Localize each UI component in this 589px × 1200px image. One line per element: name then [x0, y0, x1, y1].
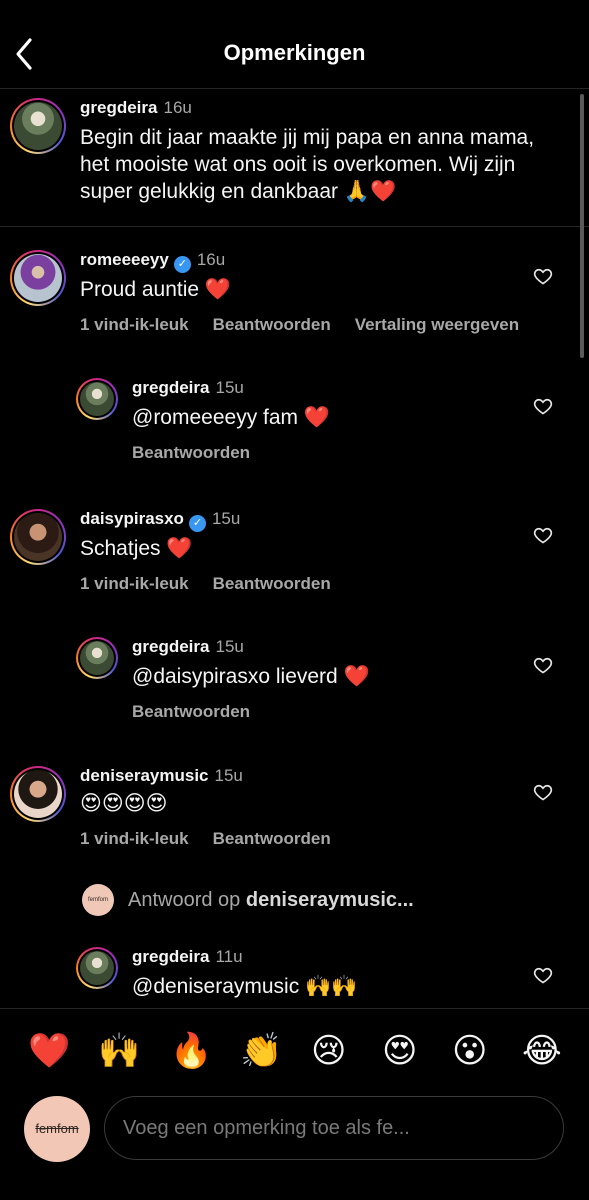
- reply-button[interactable]: Beantwoorden: [213, 315, 331, 334]
- raising-hands-emoji-icon[interactable]: 🙌: [98, 1031, 140, 1071]
- username[interactable]: deniseraymusic: [80, 766, 209, 785]
- avatar[interactable]: [10, 509, 66, 565]
- comment: daisypirasxo ✓ 15u Schatjes ❤️ 1 vind-ik-l…: [0, 505, 589, 615]
- avatar[interactable]: [76, 637, 118, 679]
- replying-to-indicator: femfom Antwoord op deniseraymusic...: [80, 880, 560, 920]
- timestamp: 11u: [215, 947, 243, 966]
- avatar: femfom: [24, 1096, 90, 1162]
- timestamp: 15u: [215, 637, 244, 656]
- translate-button[interactable]: Vertaling weergeven: [355, 315, 519, 334]
- caption-text: Begin dit jaar maakte jij mij papa en an…: [80, 126, 535, 203]
- comment-text: Schatjes ❤️: [80, 537, 193, 560]
- heart-eyes-emoji-icon[interactable]: 😍: [382, 1031, 417, 1071]
- username[interactable]: daisypirasxo: [80, 509, 184, 528]
- likes-count[interactable]: 1 vind-ik-leuk: [80, 829, 189, 848]
- comment-actions: 1 vind-ik-leuk Beantwoorden Vertaling weer…: [80, 315, 543, 335]
- username[interactable]: gregdeira: [132, 947, 209, 966]
- heart-icon[interactable]: [533, 655, 553, 675]
- heart-icon[interactable]: [533, 525, 553, 545]
- tears-of-joy-emoji-icon[interactable]: 😂: [522, 1031, 562, 1071]
- emoji-quick-bar: ❤️ 🙌 🔥 👏 😢 😍 😮 😂: [0, 1008, 589, 1095]
- comment-text: Proud auntie ❤️: [80, 278, 232, 301]
- clapping-hands-emoji-icon[interactable]: 👏: [240, 1031, 282, 1071]
- reply-comment: gregdeira 11u @deniseraymusic 🙌🙌: [0, 945, 589, 1007]
- timestamp: 15u: [215, 378, 244, 397]
- comment-input[interactable]: [104, 1096, 564, 1160]
- reply-button[interactable]: Beantwoorden: [132, 443, 250, 462]
- comment-text: @deniseraymusic 🙌🙌: [132, 975, 358, 998]
- timestamp: 16u: [196, 250, 226, 269]
- heart-icon[interactable]: [533, 396, 553, 416]
- reply-button[interactable]: Beantwoorden: [213, 829, 331, 848]
- comment-text: @daisypirasxo lieverd ❤️: [132, 665, 370, 688]
- likes-count[interactable]: 1 vind-ik-leuk: [80, 315, 189, 334]
- reply-comment: gregdeira 15u @romeeeeyy fam ❤️ Beantwoor…: [0, 376, 589, 476]
- comment-actions: Beantwoorden: [132, 443, 274, 463]
- replying-target[interactable]: deniseraymusic...: [246, 889, 414, 911]
- red-heart-emoji-icon[interactable]: ❤️: [28, 1031, 70, 1071]
- avatar[interactable]: [10, 250, 66, 306]
- comment: deniseraymusic 15u 😍😍😍😍 1 vind-ik-leuk Bea…: [0, 762, 589, 872]
- heart-icon[interactable]: [533, 266, 553, 286]
- comment-text: 😍😍😍😍: [80, 791, 168, 815]
- username[interactable]: romeeeeyy: [80, 250, 169, 269]
- comment: romeeeeyy ✓ 16u Proud auntie ❤️ 1 vind-ik-…: [0, 246, 589, 356]
- username[interactable]: gregdeira: [132, 378, 209, 397]
- reply-comment: gregdeira 15u @daisypirasxo lieverd ❤️ Be…: [0, 635, 589, 735]
- verified-badge-icon: ✓: [188, 515, 206, 532]
- heart-icon[interactable]: [533, 782, 553, 802]
- timestamp: 16u: [163, 98, 192, 117]
- replying-prefix: Antwoord op: [128, 889, 241, 911]
- scrollbar[interactable]: [580, 94, 584, 358]
- reply-button[interactable]: Beantwoorden: [132, 702, 250, 721]
- avatar[interactable]: [10, 766, 66, 822]
- comment-actions: 1 vind-ik-leuk Beantwoorden: [80, 829, 355, 849]
- avatar[interactable]: [10, 98, 66, 154]
- comment-actions: 1 vind-ik-leuk Beantwoorden: [80, 574, 355, 594]
- likes-count[interactable]: 1 vind-ik-leuk: [80, 574, 189, 593]
- crying-face-emoji-icon[interactable]: 😢: [311, 1031, 346, 1071]
- username[interactable]: gregdeira: [80, 98, 157, 117]
- username[interactable]: gregdeira: [132, 637, 209, 656]
- comment-actions: Beantwoorden: [132, 702, 274, 722]
- avatar[interactable]: [76, 947, 118, 989]
- surprised-face-emoji-icon[interactable]: 😮: [452, 1031, 487, 1071]
- post-caption: gregdeira 16u Begin dit jaar maakte jij m…: [0, 88, 589, 227]
- page-title: Opmerkingen: [223, 40, 366, 65]
- reply-button[interactable]: Beantwoorden: [213, 574, 331, 593]
- heart-icon[interactable]: [533, 965, 553, 985]
- fire-emoji-icon[interactable]: 🔥: [170, 1031, 212, 1071]
- timestamp: 15u: [214, 766, 243, 785]
- comment-text: @romeeeeyy fam ❤️: [132, 406, 331, 429]
- verified-badge-icon: ✓: [173, 256, 191, 273]
- header: Opmerkingen: [0, 0, 589, 89]
- avatar: femfom: [82, 884, 114, 916]
- avatar[interactable]: [76, 378, 118, 420]
- timestamp: 15u: [211, 509, 241, 528]
